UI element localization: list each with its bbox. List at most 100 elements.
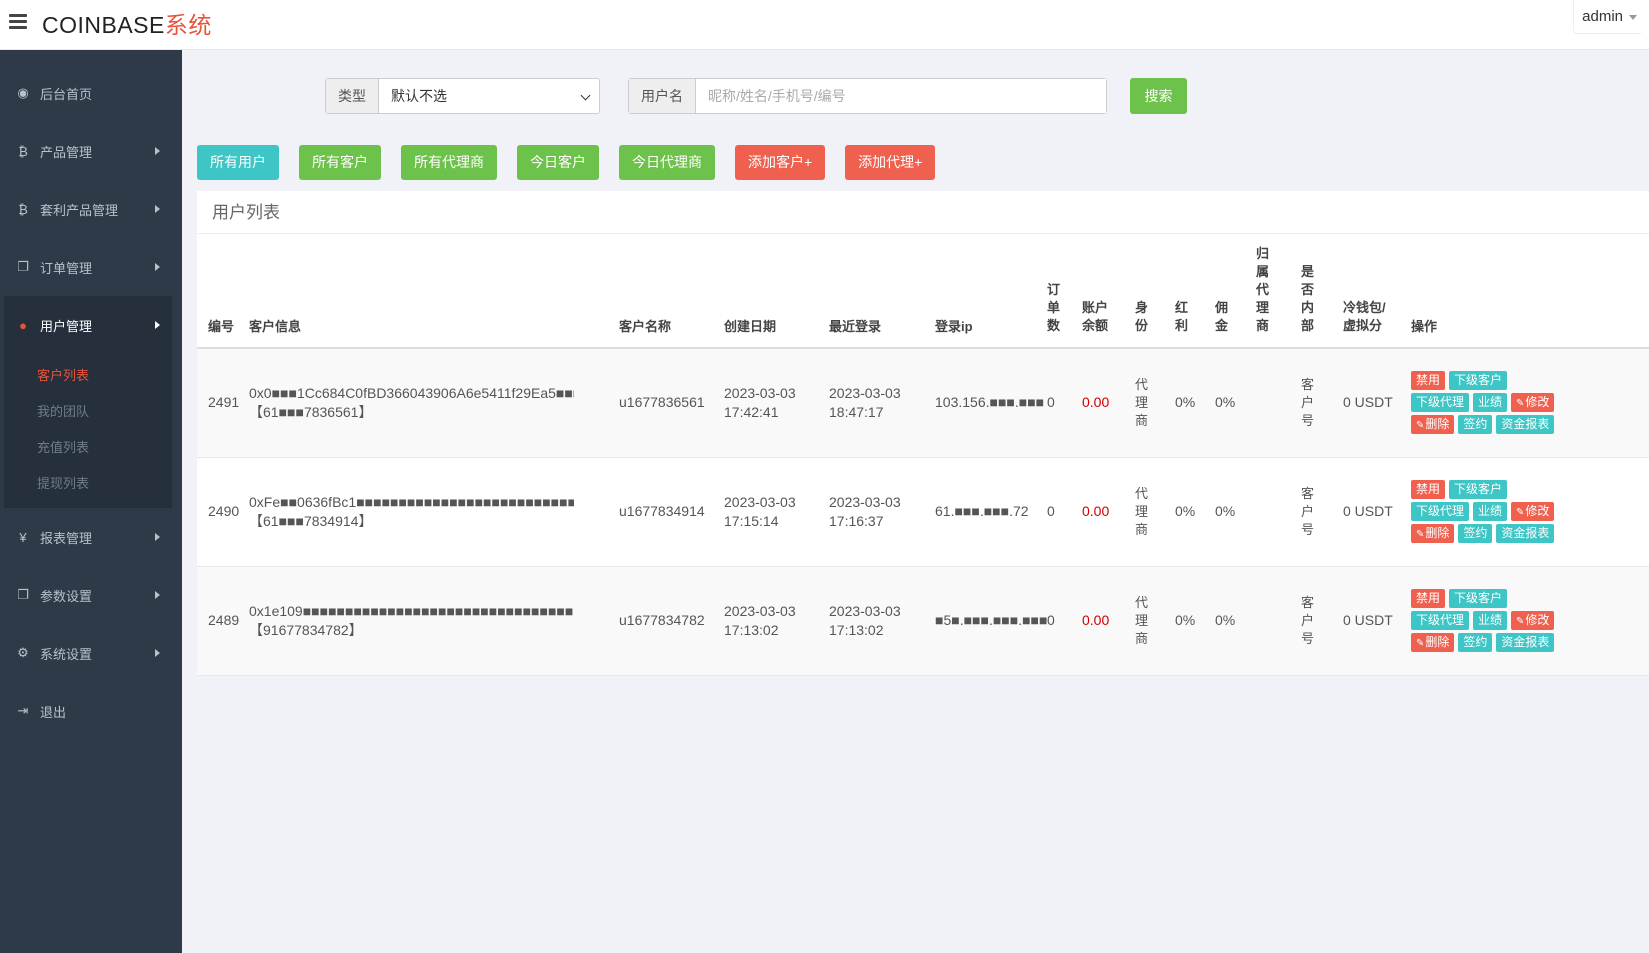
sidebar-item-label: 系统设置	[40, 646, 93, 662]
col-header-info: 客户信息	[249, 234, 619, 349]
all-users-button[interactable]: 所有用户	[197, 145, 279, 180]
cell-ip: 103.156.■■■.■■■	[935, 394, 1045, 411]
sign-button[interactable]: 签约	[1458, 524, 1493, 543]
sign-button[interactable]: 签约	[1458, 633, 1493, 652]
search-button[interactable]: 搜索	[1130, 78, 1187, 114]
panel-title: 用户列表	[197, 191, 1649, 234]
chevron-right-icon	[155, 649, 160, 657]
cell-orders: 0	[1047, 394, 1055, 411]
sub-agents-button[interactable]: 下级代理	[1411, 502, 1470, 521]
all-clients-button[interactable]: 所有客户	[299, 145, 381, 180]
username-search-input[interactable]	[696, 79, 1106, 113]
row-actions: 禁用 下级客户 下级代理 业绩 ✎修改 ✎删除 签约 资金报表	[1411, 371, 1559, 435]
brand-name: COINBASE	[42, 12, 165, 38]
cell-created: 2023-03-03 17:42:41	[724, 348, 829, 457]
cell-cold-wallet: 0 USDT	[1343, 503, 1393, 519]
cell-bonus: 0%	[1175, 612, 1196, 628]
cell-agent	[1256, 566, 1301, 675]
performance-button[interactable]: 业绩	[1473, 502, 1508, 521]
chevron-right-icon	[155, 147, 160, 155]
sidebar-item-parameters[interactable]: ❐ 参数设置	[0, 566, 182, 624]
sub-clients-button[interactable]: 下级客户	[1449, 589, 1508, 608]
yen-icon: ¥	[19, 529, 27, 545]
fund-report-button[interactable]: 资金报表	[1496, 415, 1555, 435]
today-agents-button[interactable]: 今日代理商	[619, 145, 715, 180]
delete-button[interactable]: ✎删除	[1411, 524, 1455, 543]
add-client-button[interactable]: 添加客户+	[735, 145, 826, 180]
created-time: 17:13:02	[724, 621, 779, 638]
submenu-item-deposit-list[interactable]: 充值列表	[4, 430, 172, 466]
table-row: 2490 0xFe■■0636fBc1■■■■■■■■■■■■■■■■■■■■■…	[197, 457, 1649, 566]
disable-button[interactable]: 禁用	[1411, 589, 1446, 608]
cell-commission: 0%	[1215, 503, 1236, 519]
chevron-right-icon	[155, 263, 160, 271]
sidebar-item-arbitrage-products[interactable]: ₿ 套利产品管理	[0, 180, 182, 238]
cell-balance: 0.00	[1082, 503, 1110, 519]
cell-internal: 客户号	[1301, 457, 1343, 566]
delete-label: 删除	[1425, 635, 1450, 649]
sidebar-item-label: 参数设置	[40, 588, 93, 604]
delete-button[interactable]: ✎删除	[1411, 415, 1455, 435]
login-date: 2023-03-03	[829, 493, 901, 510]
edit-button[interactable]: ✎修改	[1511, 502, 1555, 521]
col-header-bonus: 红利	[1175, 234, 1215, 349]
cell-name: u1677834782	[619, 612, 705, 628]
chevron-right-icon	[155, 205, 160, 213]
performance-button[interactable]: 业绩	[1473, 611, 1508, 630]
all-agents-button[interactable]: 所有代理商	[401, 145, 497, 180]
cell-ip: 61.■■■.■■■.72	[935, 503, 1029, 519]
fund-report-button[interactable]: 资金报表	[1496, 633, 1555, 652]
sub-agents-button[interactable]: 下级代理	[1411, 393, 1470, 413]
submenu-item-my-team[interactable]: 我的团队	[4, 394, 172, 430]
edit-button[interactable]: ✎修改	[1511, 611, 1555, 630]
cell-ops: 禁用 下级客户 下级代理 业绩 ✎修改 ✎删除 签约 资金报表	[1411, 457, 1649, 566]
delete-button[interactable]: ✎删除	[1411, 633, 1455, 652]
sidebar-item-logout[interactable]: ⇥ 退出	[0, 682, 182, 740]
cell-info: 0x0■■■1Cc684C0fBD366043906A6e5411f29Ea5■…	[249, 348, 619, 457]
sidebar-item-products[interactable]: ₿ 产品管理	[0, 122, 182, 180]
cell-id: 2490	[208, 503, 240, 519]
submenu-item-withdraw-list[interactable]: 提现列表	[4, 466, 172, 502]
sidebar-item-label: 后台首页	[40, 86, 93, 102]
internal-text: 客户号	[1301, 485, 1315, 537]
sidebar-item-dashboard[interactable]: ◉ 后台首页	[0, 64, 182, 122]
menu-toggle-icon[interactable]	[9, 14, 27, 30]
col-header-balance: 账户余额	[1082, 234, 1135, 349]
sidebar-item-reports[interactable]: ¥ 报表管理	[0, 508, 182, 566]
delete-label: 删除	[1425, 526, 1450, 540]
identity-text: 代理商	[1135, 376, 1149, 428]
sidebar-item-system-settings[interactable]: ⚙ 系统设置	[0, 624, 182, 682]
login-time: 17:16:37	[829, 512, 884, 529]
performance-button[interactable]: 业绩	[1473, 393, 1508, 413]
sidebar-item-orders[interactable]: ❐ 订单管理	[0, 238, 182, 296]
chevron-down-icon	[1629, 15, 1637, 20]
fund-report-button[interactable]: 资金报表	[1496, 524, 1555, 543]
type-select-value: 默认不选	[391, 88, 447, 104]
edit-button[interactable]: ✎修改	[1511, 393, 1555, 413]
cell-name: u1677834914	[619, 503, 705, 519]
disable-button[interactable]: 禁用	[1411, 480, 1446, 499]
col-header-internal: 是否内部	[1301, 234, 1343, 349]
cell-agent	[1256, 457, 1301, 566]
sub-agents-button[interactable]: 下级代理	[1411, 611, 1470, 630]
internal-text: 客户号	[1301, 376, 1315, 428]
cell-id: 2489	[208, 612, 240, 628]
disable-button[interactable]: 禁用	[1411, 371, 1446, 391]
sub-clients-button[interactable]: 下级客户	[1449, 480, 1508, 499]
main-content: 类型 默认不选 用户名 搜索 所有用户 所有客户 所有代理商 今日客户 今日代理…	[182, 50, 1649, 953]
pencil-icon: ✎	[1416, 638, 1425, 649]
col-header-ip: 登录ip	[935, 234, 1047, 349]
sidebar-item-users[interactable]: ● 用户管理	[4, 296, 172, 354]
add-agent-button[interactable]: 添加代理+	[845, 145, 936, 180]
submenu-item-client-list[interactable]: 客户列表	[4, 358, 172, 394]
col-header-orders-text: 订单数	[1047, 282, 1061, 333]
login-time: 17:13:02	[829, 621, 884, 638]
col-header-internal-text: 是否内部	[1301, 264, 1315, 333]
col-header-cold-wallet: 冷钱包/虚拟分	[1343, 234, 1411, 349]
type-select[interactable]: 默认不选	[379, 79, 599, 113]
sign-button[interactable]: 签约	[1458, 415, 1493, 435]
today-clients-button[interactable]: 今日客户	[517, 145, 599, 180]
user-menu[interactable]: admin	[1573, 0, 1641, 34]
table-row: 2491 0x0■■■1Cc684C0fBD366043906A6e5411f2…	[197, 348, 1649, 457]
sub-clients-button[interactable]: 下级客户	[1449, 371, 1508, 391]
